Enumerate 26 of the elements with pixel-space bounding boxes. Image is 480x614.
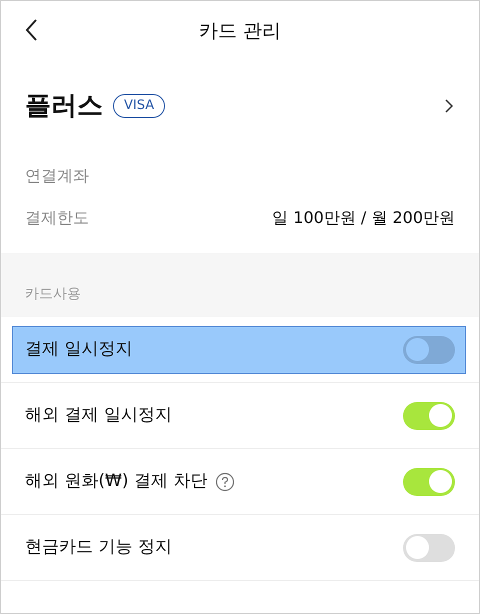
setting-label: 해외 결제 일시정지 [25,404,172,427]
card-brand-badge: VISA [113,94,166,118]
setting-label: 현금카드 기능 정지 [25,536,172,559]
setting-row[interactable]: 해외 원화(₩) 결제 차단 [1,449,479,515]
setting-row[interactable]: 결제 일시정지 [1,317,479,383]
info-value: 일 100만원 / 월 200만원 [272,207,455,229]
toggle-knob [406,536,429,559]
toggle-switch[interactable] [403,468,455,496]
info-label: 연결계좌 [25,165,89,187]
card-name: 플러스 [25,90,103,122]
section-title: 카드사용 [25,285,81,304]
page-title: 카드 관리 [198,18,282,44]
setting-row[interactable]: 현금카드 기능 정지 [1,515,479,581]
setting-row[interactable]: 해외 결제 일시정지 [1,383,479,449]
setting-label: 해외 원화(₩) 결제 차단 [25,470,208,493]
toggle-knob [406,338,429,361]
help-icon [215,472,236,492]
info-label: 결제한도 [25,207,89,229]
toggle-switch[interactable] [403,402,455,430]
toggle-knob [429,470,452,493]
toggle-switch[interactable] [403,534,455,562]
card-header[interactable]: 플러스 VISA [1,61,479,151]
back-icon [24,18,38,42]
toggle-knob [429,404,452,427]
chevron-right-icon [445,99,453,113]
setting-label: 결제 일시정지 [25,338,132,361]
